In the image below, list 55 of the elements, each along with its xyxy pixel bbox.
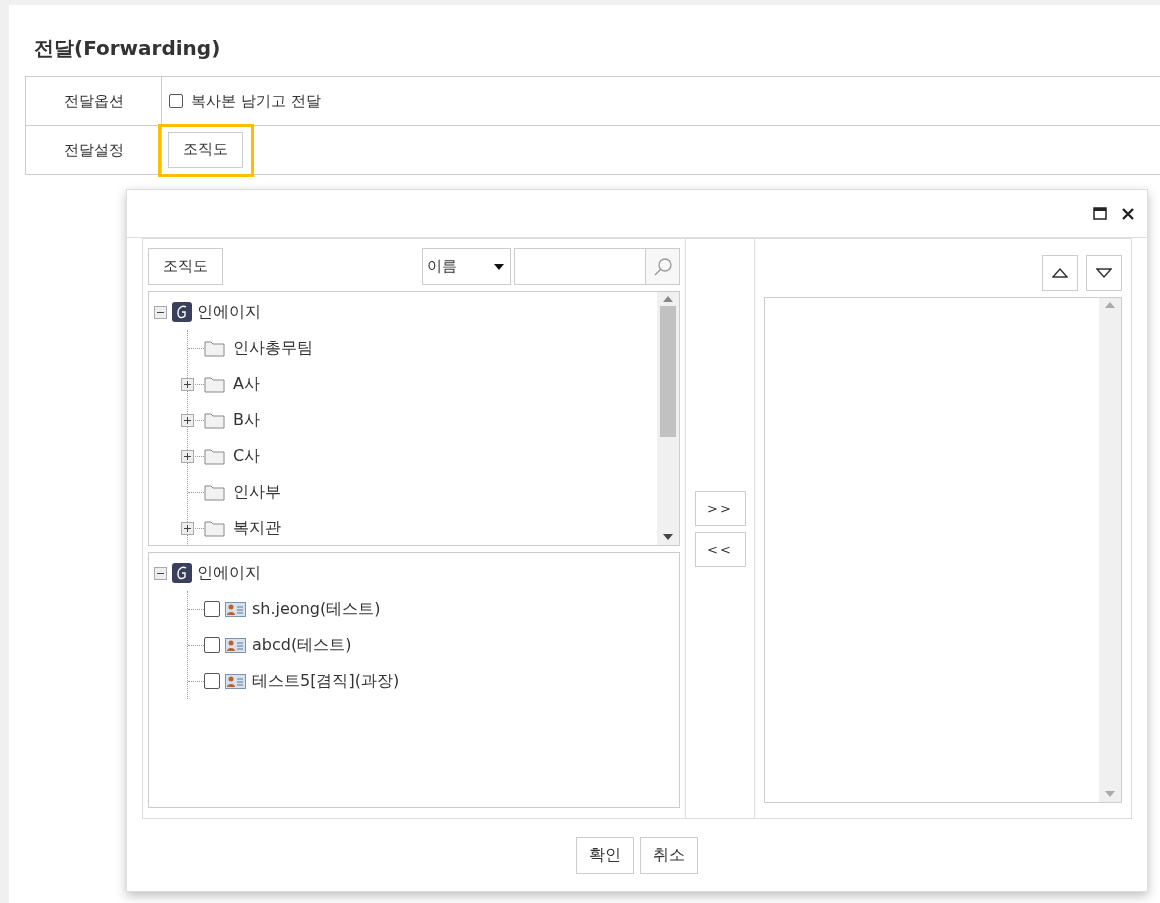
contact-card-icon — [225, 637, 246, 653]
confirm-button[interactable]: 확인 — [576, 836, 634, 874]
tree-item[interactable]: C사 — [233, 445, 261, 467]
tree-item[interactable]: B사 — [233, 409, 260, 431]
search-field[interactable] — [514, 248, 680, 285]
folder-icon — [204, 411, 225, 429]
expand-icon[interactable] — [181, 449, 194, 463]
folder-icon — [204, 339, 225, 357]
tree-item[interactable]: 인사부 — [233, 481, 281, 503]
member-name[interactable]: abcd(테스트) — [252, 634, 352, 656]
remove-button[interactable]: << — [694, 532, 746, 567]
member-name[interactable]: sh.jeong(테스트) — [252, 598, 381, 620]
search-icon — [652, 256, 673, 277]
org-chart-button[interactable]: 조직도 — [168, 131, 243, 168]
folder-icon — [204, 447, 225, 465]
collapse-icon[interactable] — [154, 566, 167, 580]
checkbox[interactable] — [169, 94, 183, 108]
contact-card-icon — [225, 673, 246, 689]
org-chart-button[interactable]: 조직도 — [148, 248, 223, 285]
down-triangle-icon — [1096, 268, 1112, 278]
cancel-button[interactable]: 취소 — [640, 836, 698, 874]
folder-icon — [204, 519, 225, 537]
folder-icon — [204, 375, 225, 393]
field-label: 전달옵션 — [26, 77, 162, 125]
tree-item[interactable]: A사 — [233, 373, 260, 395]
checkbox-label: 복사본 남기고 전달 — [191, 91, 321, 111]
add-button[interactable]: >> — [694, 491, 746, 526]
scroll-down-icon[interactable] — [663, 534, 673, 540]
logo-icon — [172, 302, 192, 322]
page-title: 전달(Forwarding) — [34, 35, 222, 62]
up-triangle-icon — [1052, 268, 1068, 278]
folder-icon — [204, 483, 225, 501]
tree-item[interactable]: 인사총무팀 — [233, 337, 313, 359]
expand-icon[interactable] — [181, 521, 194, 535]
tree-item[interactable]: 인에이지 — [197, 301, 261, 323]
member-name[interactable]: 테스트5[겸직](과장) — [252, 670, 400, 692]
logo-icon — [172, 563, 192, 583]
scroll-up-icon[interactable] — [663, 296, 673, 302]
close-icon[interactable] — [1121, 206, 1135, 221]
checkbox[interactable] — [204, 673, 220, 689]
field-select[interactable]: 이름 — [422, 248, 511, 285]
expand-icon[interactable] — [181, 377, 194, 391]
move-down-button[interactable] — [1086, 255, 1122, 291]
collapse-icon[interactable] — [154, 305, 167, 319]
tree-item[interactable]: 복지관 — [233, 517, 281, 539]
tree-item[interactable]: 인에이지 — [197, 562, 261, 584]
checkbox[interactable] — [204, 637, 220, 653]
expand-icon[interactable] — [181, 413, 194, 427]
maximize-icon[interactable] — [1093, 207, 1107, 220]
contact-card-icon — [225, 601, 246, 617]
caret-icon — [494, 263, 504, 270]
scrollbar[interactable] — [657, 292, 679, 545]
field-label: 전달설정 — [26, 126, 162, 174]
checkbox[interactable] — [204, 601, 220, 617]
move-up-button[interactable] — [1042, 255, 1078, 291]
